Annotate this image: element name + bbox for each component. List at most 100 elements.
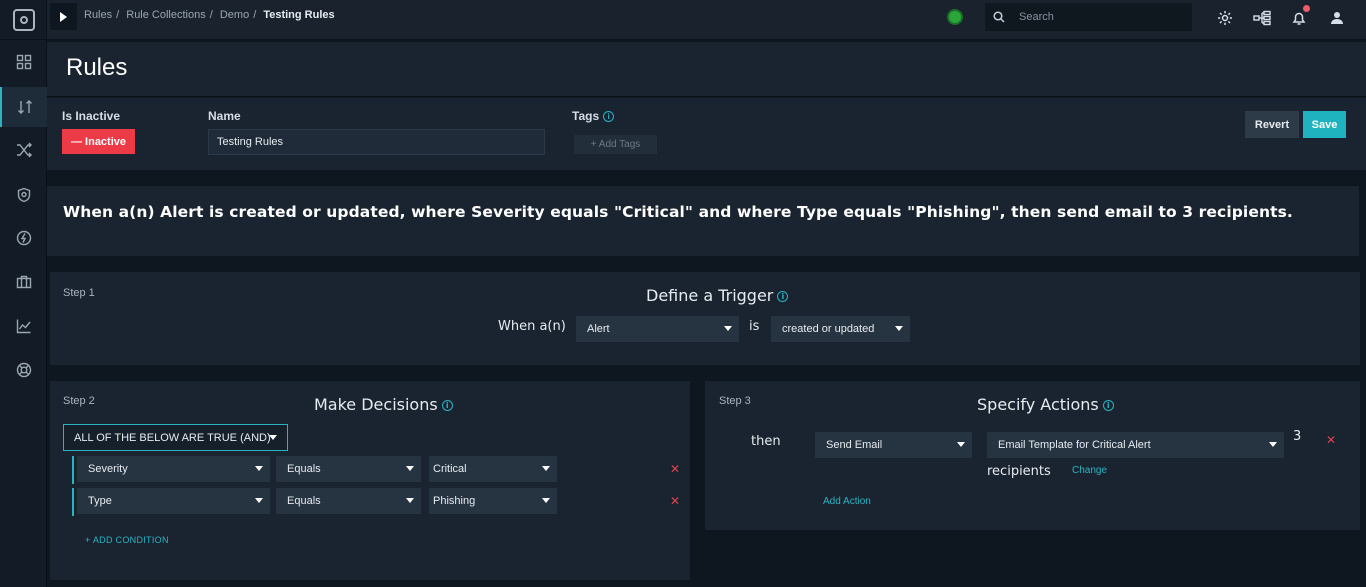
inactive-toggle[interactable]: — Inactive	[62, 129, 135, 154]
rule-form: Is Inactive — Inactive Name Tagsi + Add …	[47, 98, 1366, 170]
step1-title-text: Define a Trigger	[646, 286, 774, 305]
action-select[interactable]: Send Email	[815, 432, 972, 458]
chevron-down-icon	[269, 435, 277, 440]
step3-title: Specify Actions i	[977, 395, 1114, 414]
page-title: Rules	[66, 54, 128, 81]
bell-icon[interactable]	[1290, 5, 1310, 27]
condition-indicator	[72, 488, 74, 516]
app-logo[interactable]	[0, 0, 47, 40]
condition-value-select[interactable]: Phishing	[429, 488, 557, 514]
chevron-down-icon	[724, 326, 732, 331]
breadcrumb-demo[interactable]: Demo	[220, 9, 249, 21]
breadcrumb-current: Testing Rules	[263, 9, 335, 21]
top-bar: Rules / Rule Collections / Demo / Testing R…	[47, 0, 1366, 40]
chevron-down-icon	[1269, 442, 1277, 447]
name-field[interactable]	[208, 129, 545, 155]
sidebar	[0, 0, 47, 587]
delete-condition-icon[interactable]: ✕	[670, 462, 680, 476]
condition-field-select[interactable]: Severity	[77, 456, 270, 482]
is-label: is	[749, 319, 760, 334]
step1-panel: Step 1 Define a Trigger i When a(n) Alert…	[50, 272, 1360, 365]
rules-icon[interactable]	[0, 87, 47, 127]
breadcrumb-rule-collections[interactable]: Rule Collections	[126, 9, 205, 21]
email-template-select[interactable]: Email Template for Critical Alert	[987, 432, 1284, 458]
header-panel: Rules	[47, 42, 1366, 97]
condition-operator-value: Equals	[287, 463, 321, 475]
rule-summary: When a(n) Alert is created or updated, w…	[63, 203, 1293, 221]
step1-label: Step 1	[63, 287, 95, 299]
step3-title-text: Specify Actions	[977, 395, 1099, 414]
chevron-down-icon	[255, 466, 263, 471]
info-icon[interactable]: i	[603, 111, 615, 123]
chevron-down-icon	[406, 498, 414, 503]
action-value: Send Email	[826, 439, 883, 451]
shuffle-icon[interactable]	[0, 130, 47, 170]
delete-condition-icon[interactable]: ✕	[670, 494, 680, 508]
add-tags-button[interactable]: + Add Tags	[574, 135, 657, 154]
step3-label: Step 3	[719, 395, 751, 407]
bolt-icon[interactable]	[0, 218, 47, 258]
add-action-button[interactable]: Add Action	[823, 496, 871, 507]
chevron-down-icon	[542, 466, 550, 471]
trigger-event-select[interactable]: created or updated	[771, 316, 910, 342]
step2-title-text: Make Decisions	[314, 395, 438, 414]
logic-select[interactable]: ALL OF THE BELOW ARE TRUE (AND)	[63, 424, 288, 451]
tags-label: Tags i	[572, 109, 615, 123]
notification-badge	[1303, 5, 1310, 12]
condition-operator-select[interactable]: Equals	[276, 456, 421, 482]
shield-icon[interactable]	[0, 175, 47, 215]
logic-value: ALL OF THE BELOW ARE TRUE (AND)	[74, 431, 271, 444]
revert-button[interactable]: Revert	[1245, 111, 1299, 138]
step1-title: Define a Trigger i	[646, 286, 789, 305]
trigger-entity-select[interactable]: Alert	[576, 316, 739, 342]
condition-field-value: Severity	[88, 463, 128, 475]
condition-field-select[interactable]: Type	[77, 488, 270, 514]
lifebuoy-icon[interactable]	[0, 350, 47, 390]
search-input[interactable]	[1013, 11, 1183, 23]
add-condition-button[interactable]: + ADD CONDITION	[85, 535, 169, 545]
breadcrumb-rules[interactable]: Rules	[84, 9, 112, 21]
name-label: Name	[208, 109, 241, 123]
condition-field-value: Type	[88, 495, 112, 507]
step2-panel: Step 2 Make Decisions i ALL OF THE BELOW …	[50, 381, 690, 580]
analytics-icon[interactable]	[0, 306, 47, 346]
recipient-count: 3	[1293, 429, 1302, 444]
search-icon	[985, 11, 1013, 23]
chevron-down-icon	[542, 498, 550, 503]
hierarchy-icon[interactable]	[1253, 9, 1271, 27]
condition-indicator	[72, 456, 74, 484]
step2-title: Make Decisions i	[314, 395, 453, 414]
tags-label-text: Tags	[572, 109, 600, 123]
info-icon[interactable]: i	[1102, 400, 1114, 411]
briefcase-icon[interactable]	[0, 262, 47, 302]
trigger-entity-value: Alert	[587, 323, 610, 335]
dashboard-icon[interactable]	[0, 42, 47, 82]
info-icon[interactable]: i	[441, 400, 453, 411]
is-inactive-label: Is Inactive	[62, 109, 121, 123]
step3-panel: Step 3 Specify Actions i then Send Email …	[705, 381, 1360, 530]
chevron-down-icon	[957, 442, 965, 447]
delete-action-icon[interactable]: ✕	[1326, 433, 1336, 447]
user-icon[interactable]	[1328, 9, 1346, 27]
recipients-label: recipients	[987, 464, 1051, 479]
rule-summary-panel: When a(n) Alert is created or updated, w…	[47, 186, 1359, 256]
save-button[interactable]: Save	[1303, 111, 1346, 138]
chevron-down-icon	[895, 326, 903, 331]
chevron-down-icon	[255, 498, 263, 503]
condition-operator-select[interactable]: Equals	[276, 488, 421, 514]
condition-value-select[interactable]: Critical	[429, 456, 557, 482]
status-icon[interactable]	[947, 9, 963, 25]
change-recipients-link[interactable]: Change	[1072, 465, 1107, 476]
search-box	[985, 3, 1192, 31]
info-icon[interactable]: i	[777, 291, 789, 302]
breadcrumb: Rules / Rule Collections / Demo / Testing R…	[84, 9, 335, 21]
trigger-event-value: created or updated	[782, 323, 875, 335]
gear-icon[interactable]	[1216, 9, 1234, 27]
condition-operator-value: Equals	[287, 495, 321, 507]
chevron-down-icon	[406, 466, 414, 471]
condition-value-text: Critical	[433, 463, 467, 475]
play-icon[interactable]	[50, 3, 77, 30]
when-label: When a(n)	[498, 319, 566, 334]
condition-value-text: Phishing	[433, 495, 476, 507]
step2-label: Step 2	[63, 395, 95, 407]
